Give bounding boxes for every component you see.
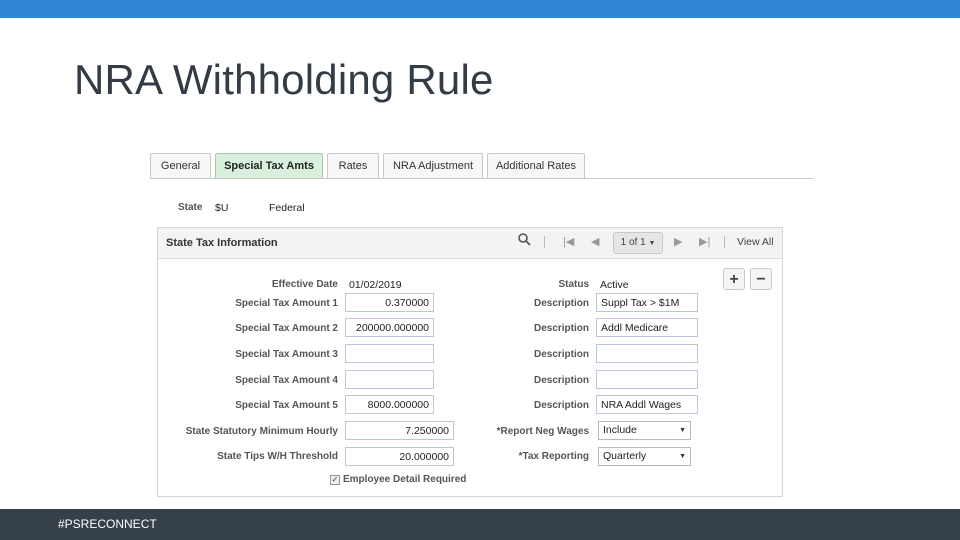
next-page-icon[interactable]: ▶: [674, 235, 682, 248]
panel-header: State Tax Information |◀ ◀ 1 of 1 ▼ ▶ ▶|…: [158, 228, 782, 259]
report-neg-wages-value: Include: [603, 424, 637, 436]
description-2-input[interactable]: Addl Medicare: [596, 318, 698, 337]
special-tax-amount-2-label: Special Tax Amount 2: [235, 323, 338, 334]
dropdown-arrow-icon: ▼: [679, 453, 686, 460]
tab-general[interactable]: General: [150, 153, 211, 178]
special-tax-amount-1-label: Special Tax Amount 1: [235, 298, 338, 309]
effective-date-label: Effective Date: [271, 279, 338, 290]
effective-date-value: 01/02/2019: [349, 279, 402, 291]
description-4-label: Description: [533, 375, 589, 386]
report-neg-wages-select[interactable]: Include ▼: [598, 421, 691, 440]
tab-underline: [150, 178, 813, 179]
panel-title: State Tax Information: [166, 237, 278, 249]
prev-page-icon[interactable]: ◀: [591, 235, 599, 248]
tab-nra-adjustment[interactable]: NRA Adjustment: [383, 153, 483, 178]
search-icon[interactable]: [518, 233, 531, 249]
description-4-input[interactable]: [596, 370, 698, 389]
special-tax-amount-3-label: Special Tax Amount 3: [235, 349, 338, 360]
description-5-label: Description: [533, 400, 589, 411]
tax-reporting-value: Quarterly: [603, 450, 647, 462]
special-tax-amount-4-label: Special Tax Amount 4: [235, 375, 338, 386]
tab-special-tax-amts[interactable]: Special Tax Amts: [215, 153, 323, 179]
tax-reporting-label: *Tax Reporting: [518, 451, 589, 462]
state-code: $U: [215, 202, 229, 214]
special-tax-amount-5-input[interactable]: 8000.000000: [345, 395, 434, 414]
employee-detail-checkbox[interactable]: ✓: [330, 475, 340, 485]
state-name: Federal: [269, 202, 305, 214]
divider: [544, 236, 545, 248]
slide-title: NRA Withholding Rule: [74, 56, 494, 103]
last-page-icon[interactable]: ▶|: [699, 235, 710, 248]
min-hourly-label: State Statutory Minimum Hourly: [185, 426, 338, 437]
dropdown-arrow-icon: ▼: [679, 427, 686, 434]
footer-bar: #PSRECONNECT: [0, 509, 960, 540]
add-row-button[interactable]: +: [723, 268, 745, 290]
special-tax-amount-5-label: Special Tax Amount 5: [235, 400, 338, 411]
first-page-icon[interactable]: |◀: [563, 235, 574, 248]
tips-threshold-input[interactable]: 20.000000: [345, 447, 454, 466]
tab-rates[interactable]: Rates: [327, 153, 379, 178]
special-tax-amount-4-input[interactable]: [345, 370, 434, 389]
divider: [724, 236, 725, 248]
min-hourly-input[interactable]: 7.250000: [345, 421, 454, 440]
description-3-input[interactable]: [596, 344, 698, 363]
description-1-label: Description: [533, 298, 589, 309]
footer-hashtag: #PSRECONNECT: [58, 517, 157, 531]
page-indicator: 1 of 1: [620, 237, 646, 248]
employee-detail-label: Employee Detail Required: [343, 474, 467, 485]
top-accent-bar: [0, 0, 960, 18]
delete-row-button[interactable]: −: [750, 268, 772, 290]
description-5-input[interactable]: NRA Addl Wages: [596, 395, 698, 414]
special-tax-amount-1-input[interactable]: 0.370000: [345, 293, 434, 312]
tips-threshold-label: State Tips W/H Threshold: [217, 451, 338, 462]
status-label: Status: [558, 279, 589, 290]
special-tax-amount-3-input[interactable]: [345, 344, 434, 363]
chevron-down-icon: ▼: [648, 240, 656, 247]
status-value: Active: [600, 279, 629, 291]
tab-additional-rates[interactable]: Additional Rates: [487, 153, 585, 178]
special-tax-amount-2-input[interactable]: 200000.000000: [345, 318, 434, 337]
tax-reporting-select[interactable]: Quarterly ▼: [598, 447, 691, 466]
state-label: State: [178, 202, 203, 213]
view-all-link[interactable]: View All: [737, 236, 774, 248]
minus-icon: −: [756, 271, 766, 288]
description-2-label: Description: [533, 323, 589, 334]
description-1-input[interactable]: Suppl Tax > $1M: [596, 293, 698, 312]
page-selector[interactable]: 1 of 1 ▼: [613, 232, 663, 254]
report-neg-wages-label: *Report Neg Wages: [496, 426, 589, 437]
description-3-label: Description: [533, 349, 589, 360]
plus-icon: +: [729, 271, 739, 288]
